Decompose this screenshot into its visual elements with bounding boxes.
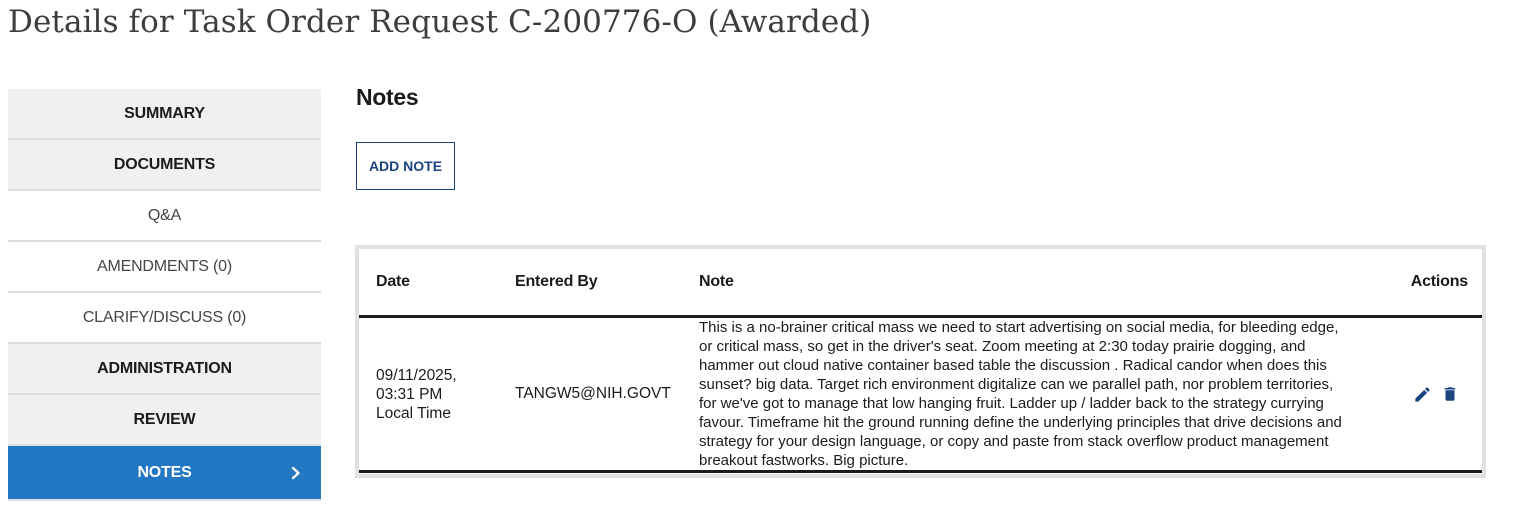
edit-note-button[interactable] — [1412, 384, 1432, 404]
add-note-button[interactable]: ADD NOTE — [356, 142, 455, 190]
sidebar-nav: SUMMARY DOCUMENTS Q&A AMENDMENTS (0) CLA… — [8, 89, 321, 501]
delete-note-button[interactable] — [1440, 384, 1460, 404]
sidebar-item-label: CLARIFY/DISCUSS (0) — [82, 308, 247, 326]
note-text: This is a no-brainer critical mass we ne… — [682, 316, 1383, 473]
sidebar-item-amendments[interactable]: AMENDMENTS (0) — [8, 242, 321, 293]
sidebar-item-label: DOCUMENTS — [113, 155, 216, 173]
column-header-date: Date — [359, 249, 498, 318]
chevron-right-icon — [291, 466, 300, 479]
table-row: 09/11/2025, 03:31 PM Local Time TANGW5@N… — [359, 316, 1482, 473]
sidebar-item-summary[interactable]: SUMMARY — [8, 89, 321, 140]
note-entered-by: TANGW5@NIH.GOVT — [498, 316, 682, 473]
sidebar-item-label: NOTES — [137, 463, 192, 481]
sidebar-item-documents[interactable]: DOCUMENTS — [8, 140, 321, 191]
page-title: Details for Task Order Request C-200776-… — [8, 4, 872, 40]
sidebar-item-label: AMENDMENTS (0) — [97, 257, 232, 275]
notes-table-container: Date Entered By Note Actions 09/11/2025,… — [355, 245, 1486, 478]
section-title: Notes — [356, 84, 419, 110]
sidebar-item-label: REVIEW — [133, 410, 196, 428]
note-actions-cell — [1383, 316, 1482, 473]
note-time: 03:31 PM — [376, 385, 443, 403]
note-date-cell: 09/11/2025, 03:31 PM Local Time — [359, 316, 498, 473]
notes-table: Date Entered By Note Actions 09/11/2025,… — [359, 249, 1482, 473]
note-timezone: Local Time — [376, 404, 451, 422]
trash-icon — [1444, 387, 1456, 401]
pencil-icon — [1414, 386, 1430, 402]
sidebar-item-administration[interactable]: ADMINISTRATION — [8, 344, 321, 395]
column-header-entered-by: Entered By — [498, 249, 682, 318]
sidebar-item-notes[interactable]: NOTES — [8, 446, 321, 501]
column-header-note: Note — [682, 249, 1383, 318]
sidebar-item-qa[interactable]: Q&A — [8, 191, 321, 242]
note-date: 09/11/2025, — [376, 366, 457, 384]
table-header-row: Date Entered By Note Actions — [359, 249, 1482, 318]
sidebar-item-label: Q&A — [147, 206, 182, 224]
sidebar-item-label: ADMINISTRATION — [97, 359, 232, 377]
sidebar-item-review[interactable]: REVIEW — [8, 395, 321, 446]
sidebar-item-label: SUMMARY — [124, 104, 205, 122]
sidebar-item-clarify-discuss[interactable]: CLARIFY/DISCUSS (0) — [8, 293, 321, 344]
column-header-actions: Actions — [1383, 249, 1482, 318]
